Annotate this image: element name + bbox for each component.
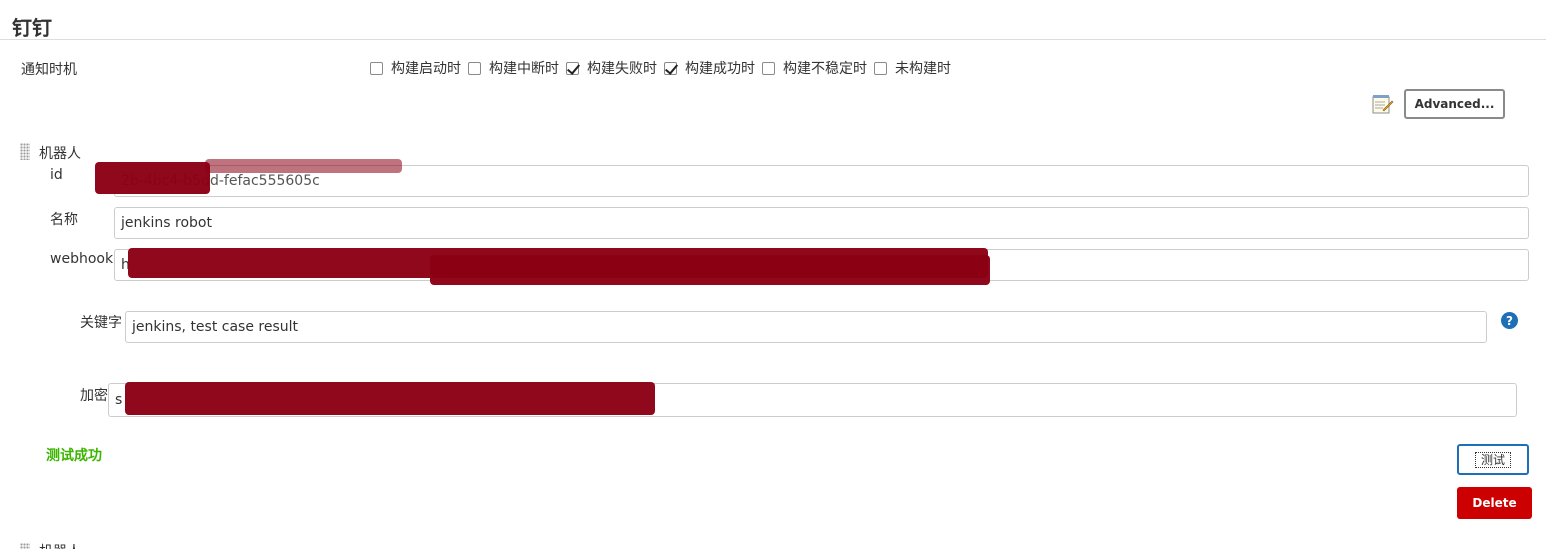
notify-option-label: 构建启动时 <box>391 61 461 77</box>
secret-label: 加密 <box>80 388 108 404</box>
name-input-value: jenkins robot <box>121 215 212 231</box>
advanced-button[interactable]: Advanced... <box>1404 89 1505 119</box>
section-divider <box>0 39 1546 40</box>
checkbox-start[interactable] <box>370 61 383 75</box>
notify-timing-options: 构建启动时 构建中断时 构建失败时 构建成功时 构建不稳定时 未构建时 <box>370 58 958 78</box>
notify-option-label: 构建成功时 <box>685 61 755 77</box>
notify-option-not-built[interactable]: 未构建时 <box>874 58 951 78</box>
notify-option-label: 未构建时 <box>895 61 951 77</box>
drag-handle-icon[interactable] <box>20 543 30 549</box>
drag-handle-icon[interactable] <box>20 143 30 160</box>
checkbox-success[interactable] <box>664 61 677 75</box>
checkbox-abort[interactable] <box>468 61 481 75</box>
keyword-input[interactable]: jenkins, test case result <box>125 311 1487 343</box>
keyword-label: 关键字 <box>80 315 122 331</box>
secret-input-value: s <box>115 392 123 408</box>
notify-option-abort[interactable]: 构建中断时 <box>468 58 559 78</box>
webhook-label: webhook <box>50 251 114 267</box>
redaction-mark <box>430 255 990 285</box>
notepad-icon[interactable] <box>1372 94 1394 114</box>
redaction-mark <box>205 159 402 173</box>
notify-option-label: 构建中断时 <box>489 61 559 77</box>
test-button[interactable]: 测试 <box>1457 444 1529 475</box>
test-button-label: 测试 <box>1474 451 1511 468</box>
redaction-mark <box>95 162 210 194</box>
checkbox-not-built[interactable] <box>874 61 887 75</box>
name-input[interactable]: jenkins robot <box>114 207 1529 239</box>
id-label: id <box>50 167 63 183</box>
name-label: 名称 <box>50 212 78 228</box>
notify-timing-label: 通知时机 <box>21 62 77 78</box>
checkbox-unstable[interactable] <box>762 61 775 75</box>
delete-button[interactable]: Delete <box>1457 487 1532 519</box>
robot-heading: 机器人 <box>39 146 81 162</box>
notify-option-success[interactable]: 构建成功时 <box>664 58 755 78</box>
notify-option-label: 构建失败时 <box>587 61 657 77</box>
notify-option-failure[interactable]: 构建失败时 <box>566 58 657 78</box>
notify-option-unstable[interactable]: 构建不稳定时 <box>762 58 867 78</box>
help-icon[interactable]: ? <box>1501 312 1518 329</box>
section-title: 钉钉 <box>12 16 52 40</box>
notify-option-label: 构建不稳定时 <box>783 61 867 77</box>
redaction-mark <box>125 382 655 415</box>
next-robot-heading: 机器人 <box>39 541 81 549</box>
keyword-input-value: jenkins, test case result <box>132 319 299 335</box>
checkbox-failure[interactable] <box>566 61 579 75</box>
notify-option-start[interactable]: 构建启动时 <box>370 58 461 78</box>
test-success-status: 测试成功 <box>46 448 102 464</box>
